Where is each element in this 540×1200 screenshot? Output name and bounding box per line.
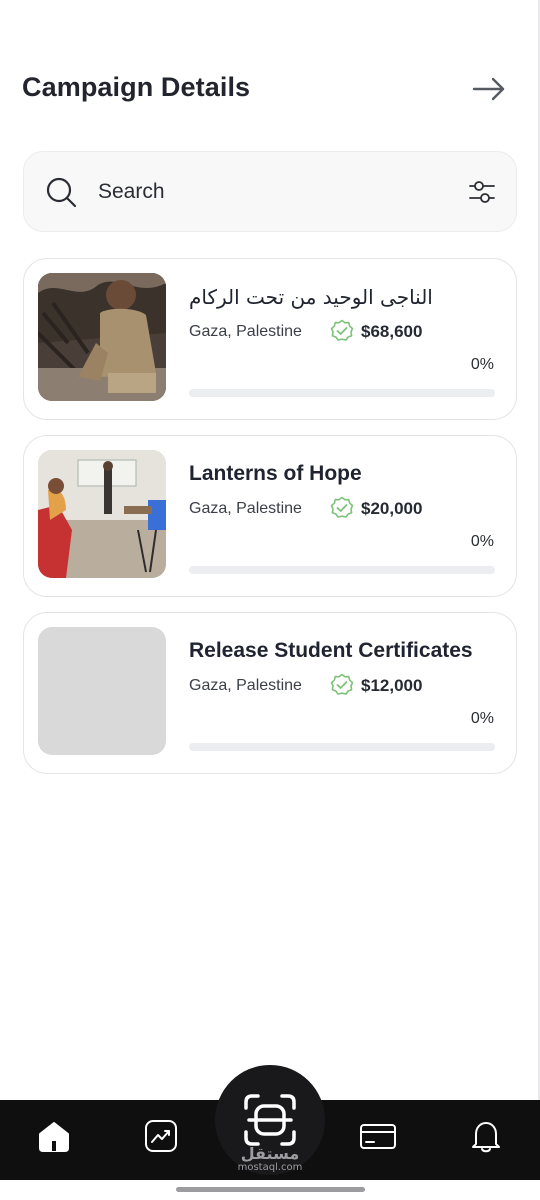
campaign-location: Gaza, Palestine	[189, 323, 302, 340]
scan-icon	[243, 1093, 297, 1147]
campaign-card[interactable]: Release Student Certificates Gaza, Pales…	[23, 612, 517, 774]
search-bar[interactable]: Search	[23, 151, 517, 232]
campaign-thumbnail-boy-rubble	[38, 273, 166, 401]
campaign-location: Gaza, Palestine	[189, 500, 302, 517]
campaign-amount: $68,600	[361, 322, 423, 341]
campaign-progress-bar	[189, 566, 495, 574]
watermark-latin: mostaql.com	[237, 1162, 303, 1173]
campaign-title: Release Student Certificates	[189, 639, 473, 662]
campaign-progress-bar	[189, 389, 495, 397]
watermark: مستقل mostaql.com	[226, 1146, 314, 1174]
bell-icon[interactable]	[468, 1118, 504, 1154]
campaign-card[interactable]: Lanterns of Hope Gaza, Palestine $20,000…	[23, 435, 517, 597]
campaign-title: Lanterns of Hope	[189, 462, 362, 485]
home-icon[interactable]	[36, 1118, 72, 1154]
filter-sliders-icon[interactable]	[468, 178, 496, 206]
home-indicator[interactable]	[176, 1187, 365, 1192]
search-input[interactable]: Search	[98, 180, 165, 204]
verified-check-icon	[330, 496, 354, 520]
arrow-right-icon[interactable]	[472, 74, 506, 104]
card-icon[interactable]	[360, 1118, 396, 1154]
campaign-location: Gaza, Palestine	[189, 677, 302, 694]
chart-trend-icon[interactable]	[143, 1118, 179, 1154]
verified-check-icon	[330, 673, 354, 697]
verified-check-icon	[330, 319, 354, 343]
watermark-arabic: مستقل	[240, 1144, 300, 1163]
campaign-thumbnail-classroom	[38, 450, 166, 578]
search-icon	[46, 177, 78, 209]
page-title: Campaign Details	[22, 72, 251, 102]
campaign-amount: $12,000	[361, 676, 423, 695]
campaign-title: الناجى الوحيد من تحت الركام	[189, 285, 433, 309]
campaign-percent: 0%	[470, 533, 494, 550]
campaign-card[interactable]: الناجى الوحيد من تحت الركام Gaza, Palest…	[23, 258, 517, 420]
campaign-percent: 0%	[470, 710, 494, 727]
campaign-amount: $20,000	[361, 499, 423, 518]
campaign-percent: 0%	[470, 356, 494, 373]
campaign-progress-bar	[189, 743, 495, 751]
campaign-thumbnail-placeholder	[38, 627, 166, 755]
header: Campaign Details	[22, 68, 518, 110]
